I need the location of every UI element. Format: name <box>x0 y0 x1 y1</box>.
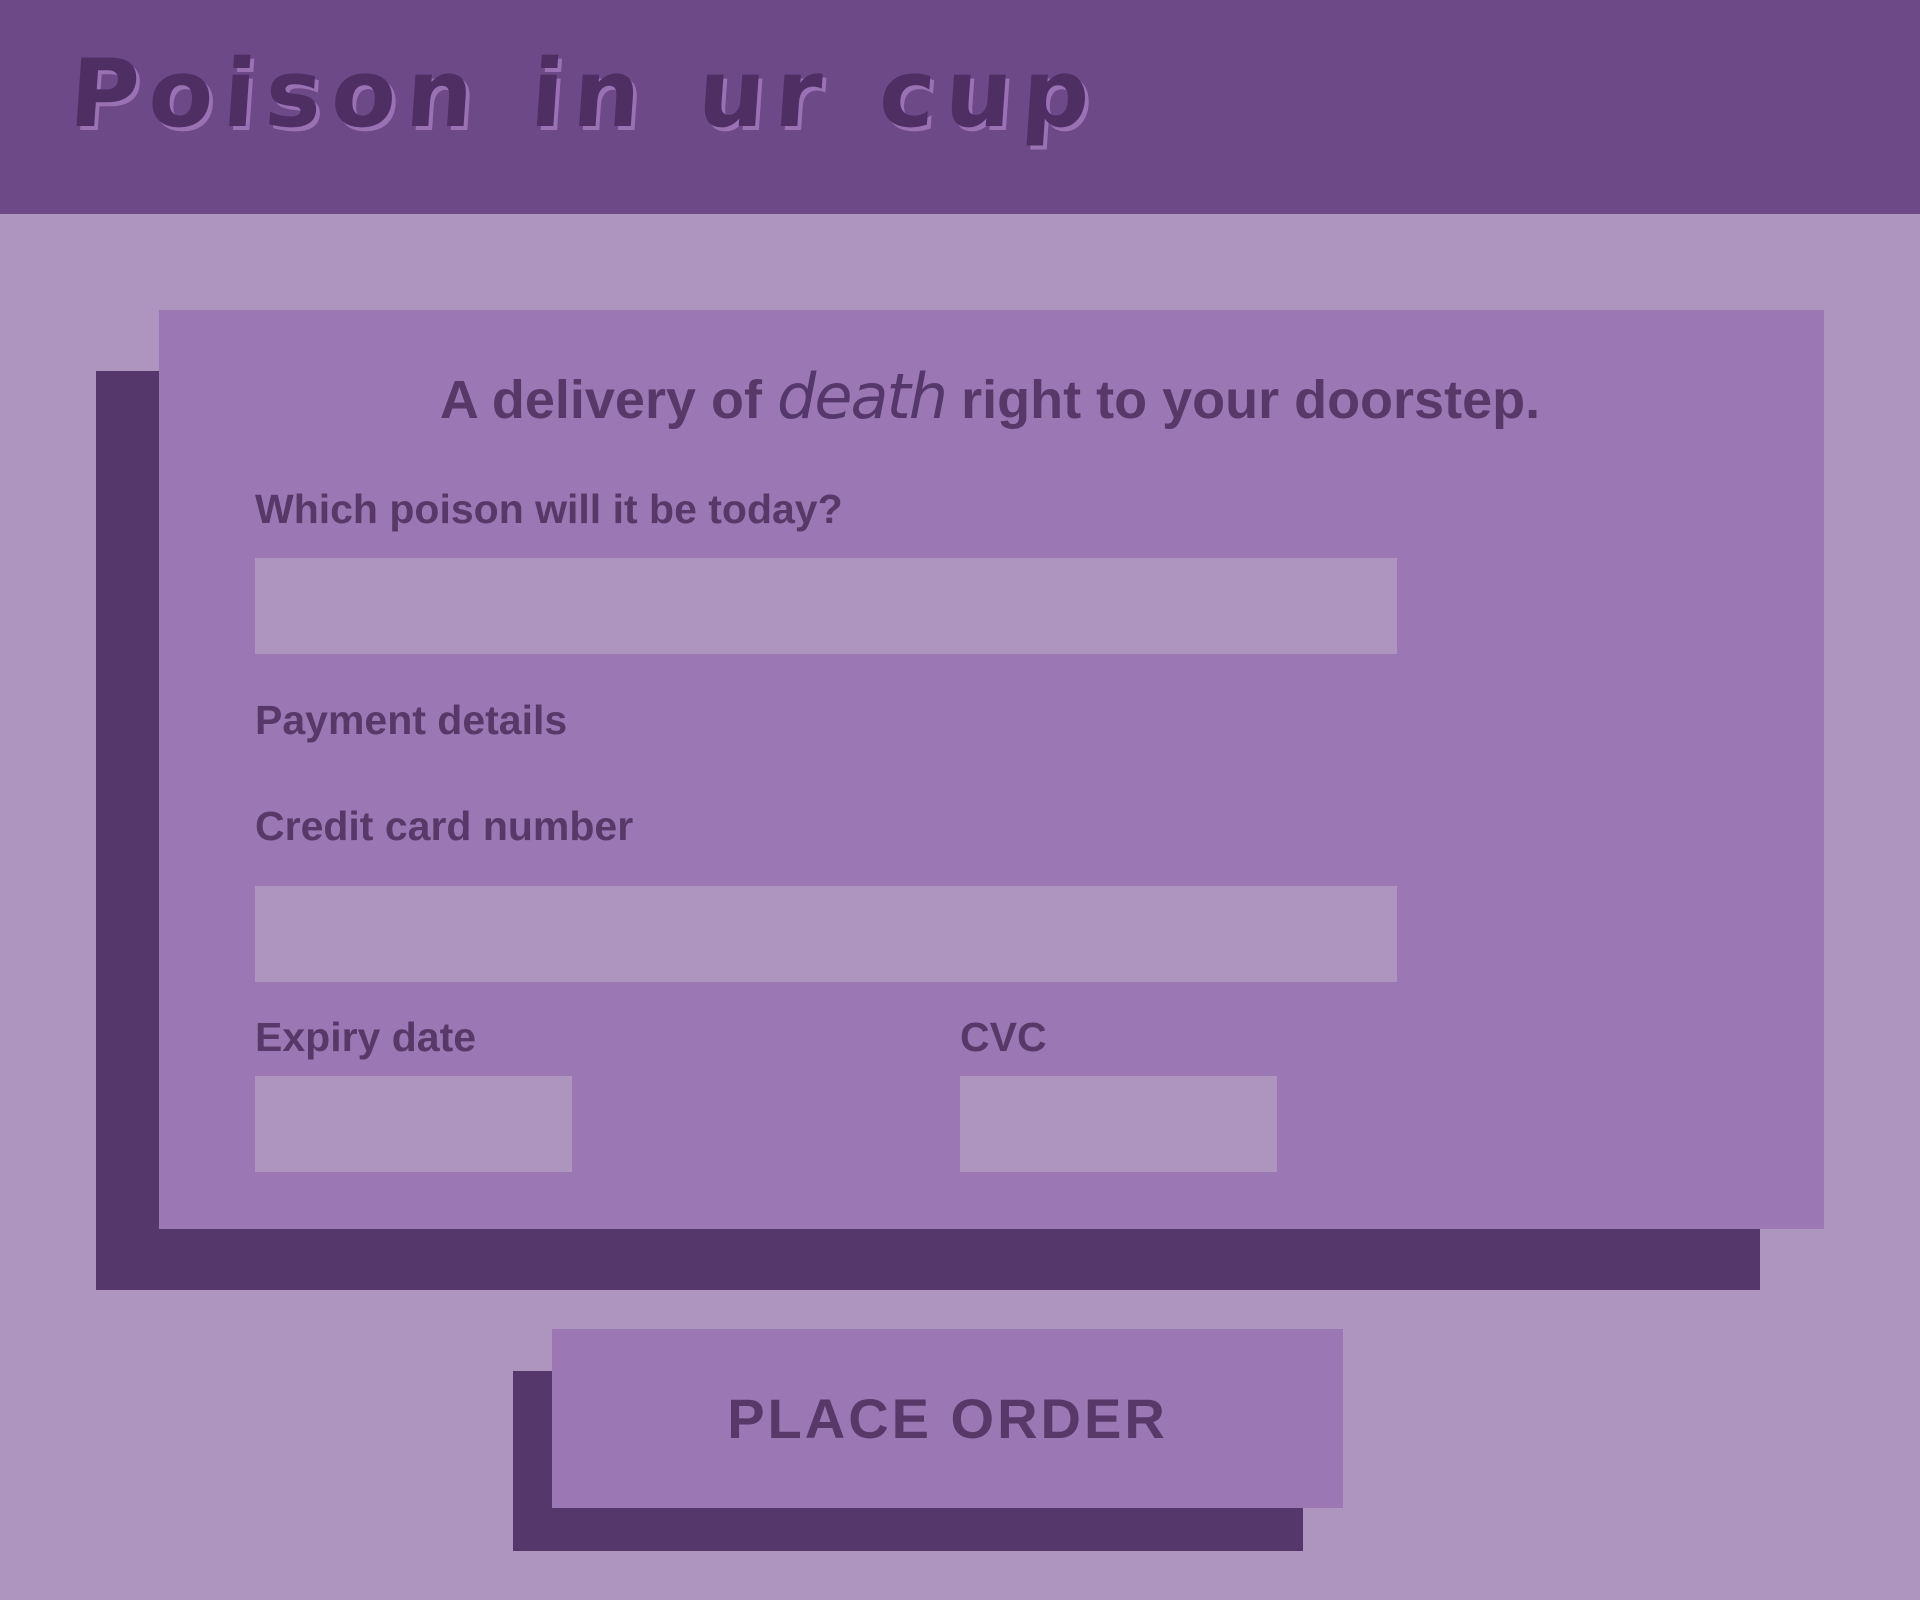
logo-word-1: Poison <box>66 40 488 149</box>
credit-card-input[interactable] <box>255 886 1397 982</box>
cvc-input[interactable] <box>960 1076 1277 1172</box>
site-logo[interactable]: Poison in ur cup <box>66 40 1103 149</box>
site-header: Poison in ur cup <box>0 0 1920 214</box>
page: Poison in ur cup A delivery of death right … <box>0 0 1920 1600</box>
expiry-date-label: Expiry date <box>255 1014 477 1060</box>
poison-label: Which poison will it be today? <box>255 486 843 532</box>
expiry-date-input[interactable] <box>255 1076 572 1172</box>
logo-word-2: in <box>527 40 655 149</box>
form-headline: A delivery of death right to your doorst… <box>0 360 1920 433</box>
poison-input[interactable] <box>255 558 1397 654</box>
headline-emphasis: death <box>777 360 948 433</box>
place-order-button[interactable]: PLACE ORDER <box>552 1329 1343 1508</box>
credit-card-label: Credit card number <box>255 803 634 849</box>
logo-word-4: cup <box>875 40 1104 149</box>
headline-text-before: A delivery of <box>439 370 762 430</box>
logo-word-3: ur <box>694 40 836 149</box>
headline-text-after: right to your doorstep. <box>961 370 1541 430</box>
cvc-label: CVC <box>960 1014 1047 1060</box>
payment-details-heading: Payment details <box>255 697 568 743</box>
